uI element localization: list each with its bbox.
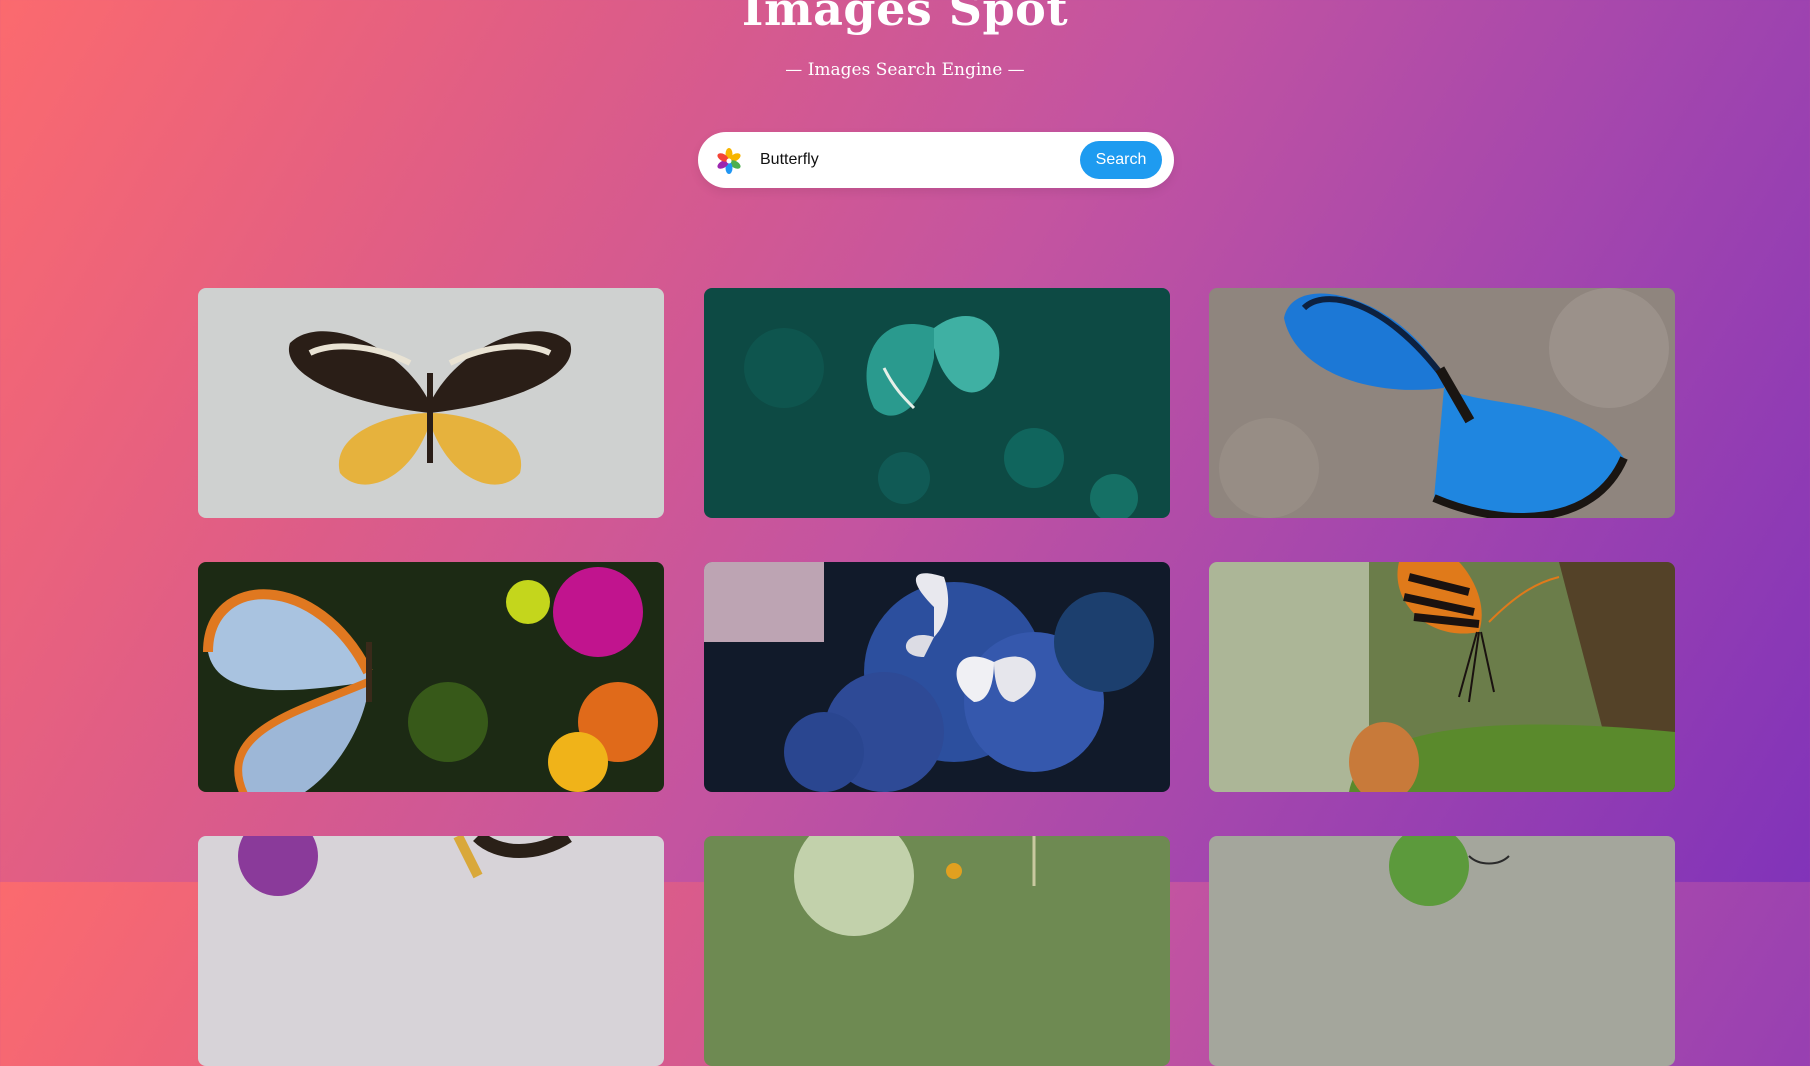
butterfly-icon — [704, 562, 1170, 792]
result-image-4[interactable] — [198, 562, 664, 792]
result-image-3[interactable] — [1209, 288, 1675, 518]
butterfly-icon — [198, 288, 664, 518]
result-image-8[interactable] — [704, 836, 1170, 1066]
result-image-2[interactable] — [704, 288, 1170, 518]
result-image-9[interactable] — [1209, 836, 1675, 1066]
result-image-7[interactable] — [198, 836, 664, 1066]
results-grid — [0, 0, 1810, 1066]
result-image-5[interactable] — [704, 562, 1170, 792]
butterfly-icon — [1209, 288, 1675, 518]
butterfly-icon — [1209, 562, 1675, 792]
result-image-6[interactable] — [1209, 562, 1675, 792]
butterfly-icon — [198, 836, 664, 1066]
butterfly-icon — [704, 288, 1170, 518]
butterfly-icon — [704, 836, 1170, 1066]
result-image-1[interactable] — [198, 288, 664, 518]
butterfly-icon — [1209, 836, 1675, 1066]
butterfly-icon — [198, 562, 664, 792]
